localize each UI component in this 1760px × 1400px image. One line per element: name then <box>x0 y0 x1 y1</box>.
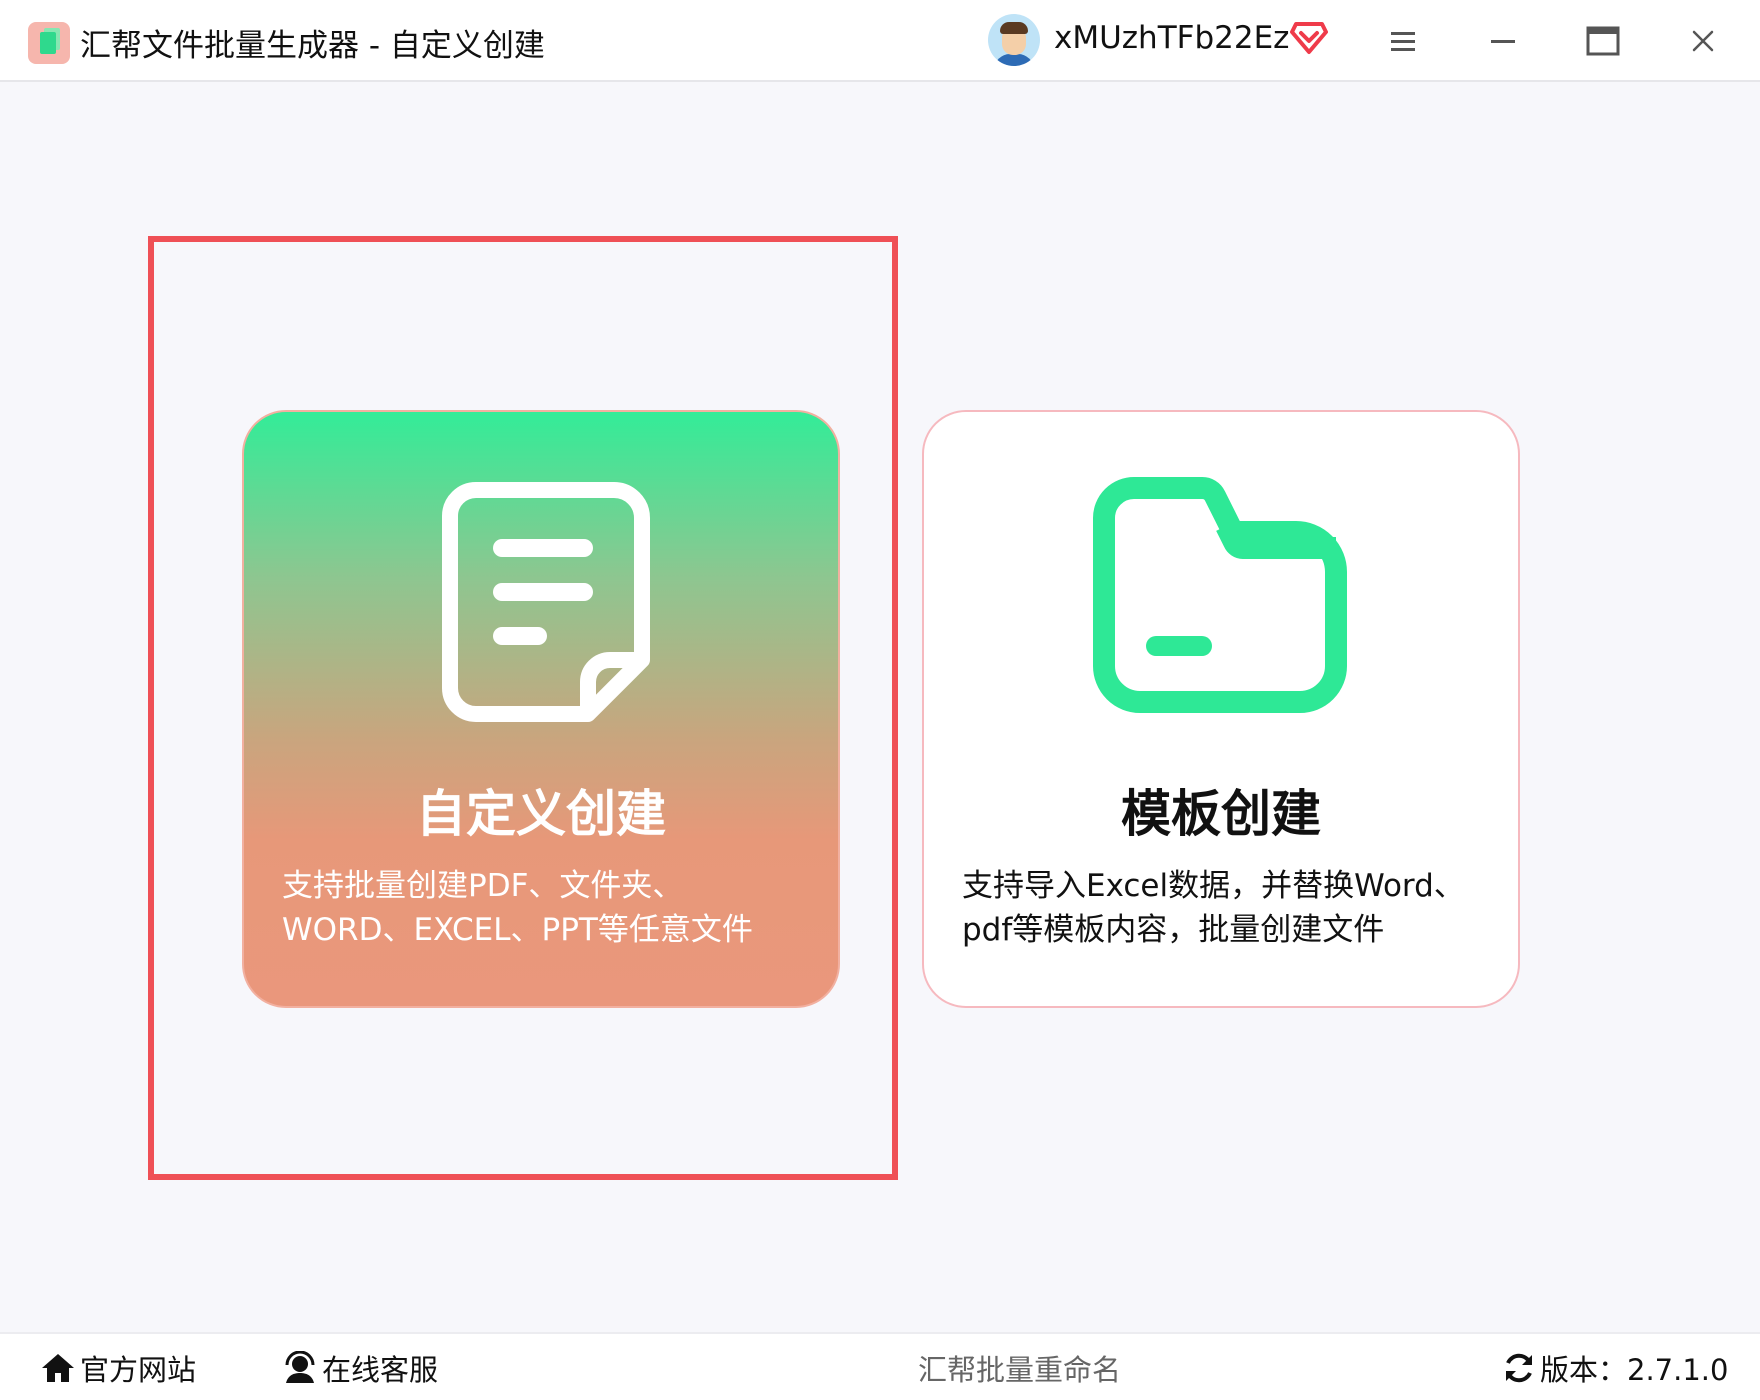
home-icon <box>42 1354 74 1382</box>
official-website-label: 官方网站 <box>80 1353 197 1387</box>
online-service-link[interactable]: 在线客服 <box>282 1348 438 1388</box>
maximize-button[interactable] <box>1580 18 1626 64</box>
vip-diamond-icon[interactable] <box>1290 20 1328 56</box>
close-button[interactable] <box>1680 18 1726 64</box>
title-bar: 汇帮文件批量生成器 - 自定义创建 xMUzhTFb22Ez <box>0 0 1760 82</box>
card-desc-line: WORD、EXCEL、PPT等任意文件 <box>282 912 753 948</box>
batch-rename-link[interactable]: 汇帮批量重命名 <box>918 1348 1121 1388</box>
window-title: 汇帮文件批量生成器 - 自定义创建 <box>80 28 545 64</box>
folder-icon <box>1093 477 1347 713</box>
card-desc-line: pdf等模板内容，批量创建文件 <box>962 912 1385 948</box>
minimize-button[interactable] <box>1480 18 1526 64</box>
menu-icon <box>1391 32 1415 51</box>
card-desc-line: 支持导入Excel数据，并替换Word、 <box>962 868 1465 904</box>
card-description: 支持批量创建PDF、文件夹、 WORD、EXCEL、PPT等任意文件 <box>282 864 822 952</box>
card-title: 模板创建 <box>1121 785 1321 843</box>
version-label: 版本：2.7.1.0 <box>1540 1353 1729 1387</box>
maximize-icon <box>1586 26 1620 56</box>
card-title: 自定义创建 <box>416 785 666 843</box>
app-logo-icon <box>28 22 70 64</box>
username-label[interactable]: xMUzhTFb22Ez <box>1054 20 1289 56</box>
user-avatar[interactable] <box>988 14 1040 66</box>
customer-service-icon <box>285 1351 315 1383</box>
document-icon <box>442 482 650 722</box>
minimize-icon <box>1491 40 1515 43</box>
online-service-label: 在线客服 <box>322 1353 439 1387</box>
version-info[interactable]: 版本：2.7.1.0 <box>1502 1348 1728 1388</box>
official-website-link[interactable]: 官方网站 <box>40 1348 196 1388</box>
batch-rename-label: 汇帮批量重命名 <box>918 1353 1122 1387</box>
template-create-card[interactable]: 模板创建 支持导入Excel数据，并替换Word、 pdf等模板内容，批量创建文… <box>922 410 1520 1008</box>
refresh-icon <box>1506 1353 1532 1383</box>
status-bar: 官方网站 在线客服 汇帮批量重命名 版本：2.7.1.0 <box>0 1332 1760 1400</box>
close-icon <box>1692 30 1714 52</box>
card-description: 支持导入Excel数据，并替换Word、 pdf等模板内容，批量创建文件 <box>962 864 1502 952</box>
custom-create-card[interactable]: 自定义创建 支持批量创建PDF、文件夹、 WORD、EXCEL、PPT等任意文件 <box>242 410 840 1008</box>
card-desc-line: 支持批量创建PDF、文件夹、 <box>282 868 684 904</box>
menu-button[interactable] <box>1380 18 1426 64</box>
app-window: 汇帮文件批量生成器 - 自定义创建 xMUzhTFb22Ez 自定义创建 支持批… <box>0 0 1760 1400</box>
